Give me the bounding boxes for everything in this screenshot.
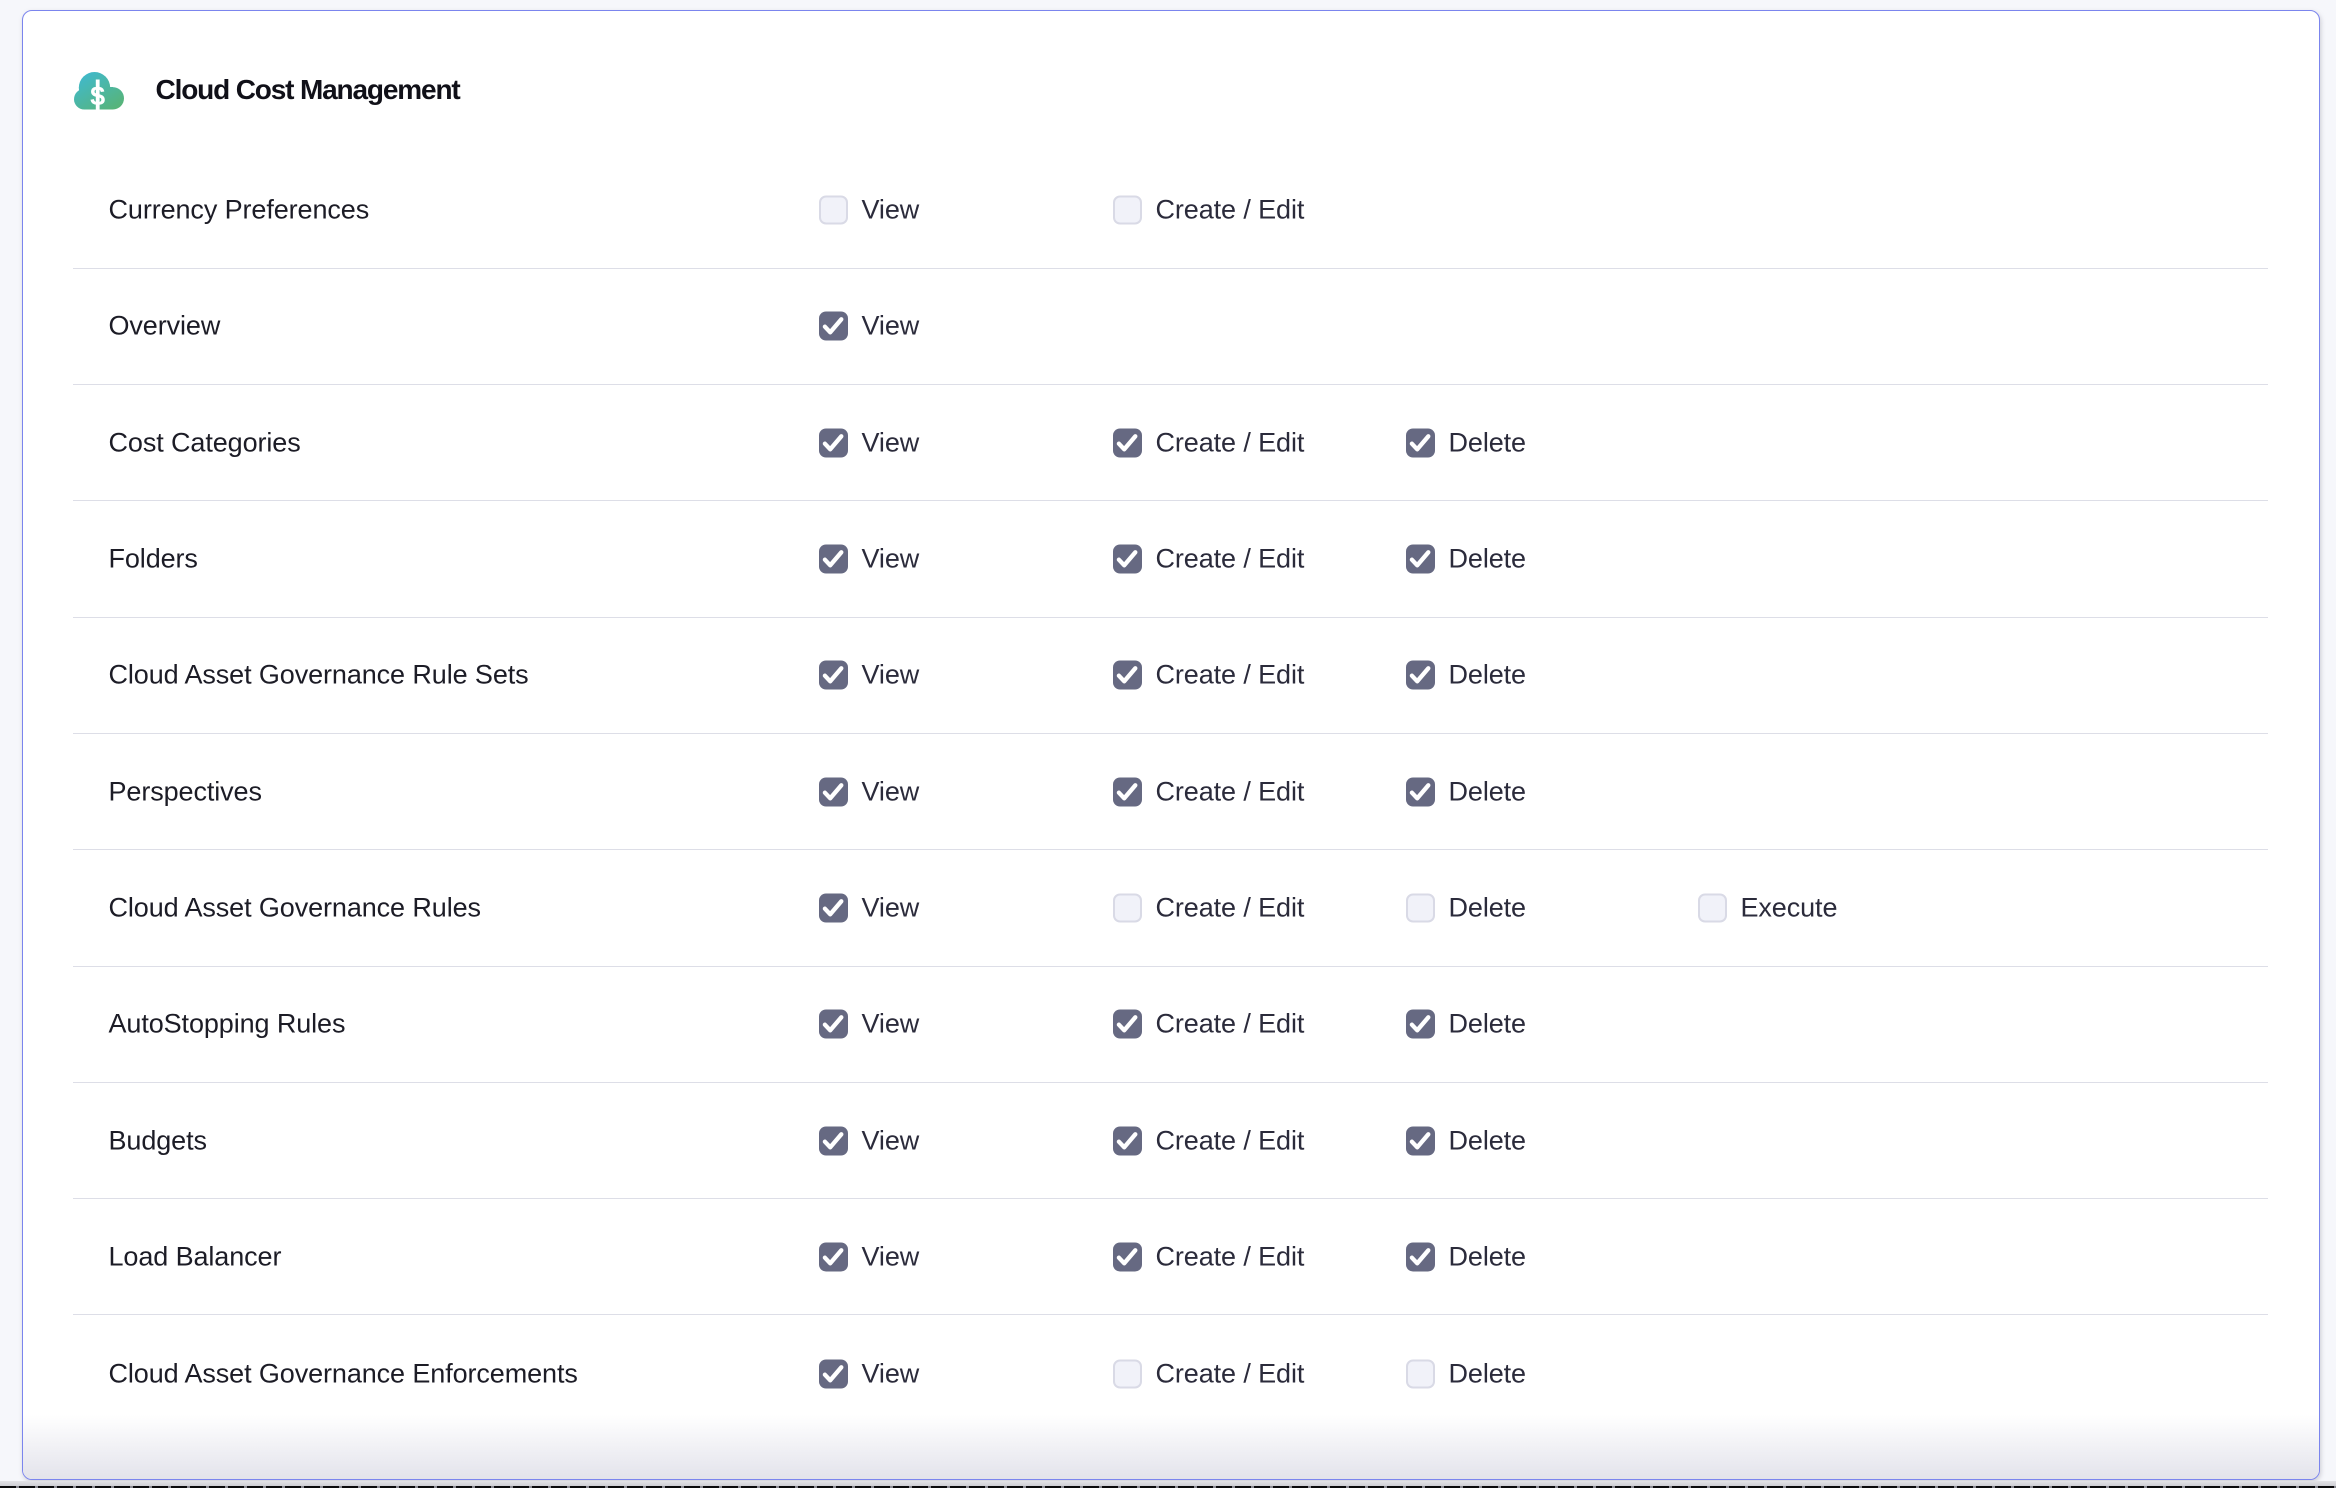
- svg-text:$: $: [90, 81, 105, 110]
